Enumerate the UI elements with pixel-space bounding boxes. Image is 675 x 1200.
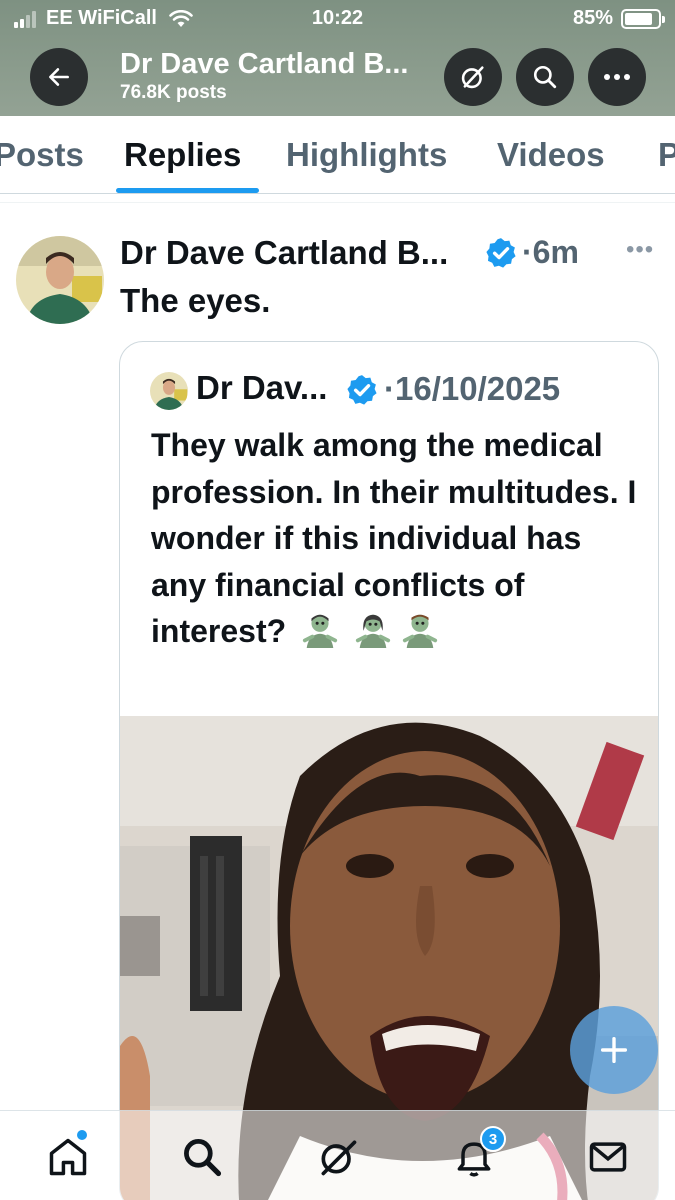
battery-percent: 85% — [572, 7, 613, 29]
home-icon[interactable] — [46, 1135, 90, 1179]
tab-posts[interactable]: Posts — [0, 136, 84, 174]
more-icon — [604, 74, 630, 80]
messages-icon[interactable] — [586, 1135, 630, 1179]
battery-info: 85% — [572, 7, 665, 30]
more-button[interactable] — [588, 48, 646, 106]
verified-badge-icon — [486, 238, 516, 268]
search-icon[interactable] — [180, 1135, 224, 1179]
bottom-nav — [0, 1110, 675, 1200]
post-text: The eyes. — [120, 282, 271, 319]
tab-replies[interactable]: Replies — [124, 136, 241, 174]
divider — [0, 202, 675, 203]
grok-icon — [461, 66, 484, 89]
quoted-text-body: They walk among the medical profession. … — [151, 427, 637, 649]
active-tab-indicator — [116, 188, 259, 193]
quoted-post-text: They walk among the medical profession. … — [151, 422, 641, 655]
quoted-date-value: 16/10/2025 — [395, 370, 561, 407]
zombie-emoji-icon — [355, 614, 391, 648]
profile-tabs: Posts Replies Highlights Videos P — [0, 116, 675, 194]
quoted-avatar — [150, 372, 188, 410]
compose-button[interactable] — [570, 1006, 658, 1094]
grok-button[interactable] — [444, 48, 502, 106]
post-timestamp: ·6m — [522, 234, 579, 270]
back-button[interactable] — [30, 48, 88, 106]
notification-badge: 3 — [480, 1126, 506, 1152]
grok-icon[interactable] — [316, 1135, 360, 1179]
search-icon — [533, 65, 557, 89]
tab-partial[interactable]: P — [658, 136, 675, 174]
zombie-emoji-icon — [302, 614, 338, 648]
battery-level — [625, 12, 653, 25]
quoted-post-date: ·16/10/2025 — [384, 370, 561, 407]
search-button[interactable] — [516, 48, 574, 106]
profile-header: EE WiFiCall 10:22 85% Dr Dave Cartland B… — [0, 0, 675, 116]
plus-icon — [600, 1036, 628, 1064]
back-arrow-icon — [49, 68, 69, 86]
avatar[interactable] — [16, 236, 104, 324]
tab-videos[interactable]: Videos — [497, 136, 605, 174]
zombie-emoji-icon — [402, 614, 437, 648]
post-more-icon[interactable]: ••• — [626, 236, 654, 264]
posts-count: 76.8K posts — [120, 82, 227, 103]
post-time-value: 6m — [532, 234, 579, 270]
quoted-author-name: Dr Dav... — [196, 369, 328, 406]
quoted-verified-badge-icon — [347, 375, 377, 405]
profile-name: Dr Dave Cartland B... — [120, 48, 409, 80]
status-bar: EE WiFiCall 10:22 85% — [0, 0, 675, 38]
battery-icon — [621, 8, 665, 29]
home-unread-dot — [77, 1130, 87, 1140]
tab-highlights[interactable]: Highlights — [286, 136, 447, 174]
post-author-name[interactable]: Dr Dave Cartland B... — [120, 234, 448, 272]
